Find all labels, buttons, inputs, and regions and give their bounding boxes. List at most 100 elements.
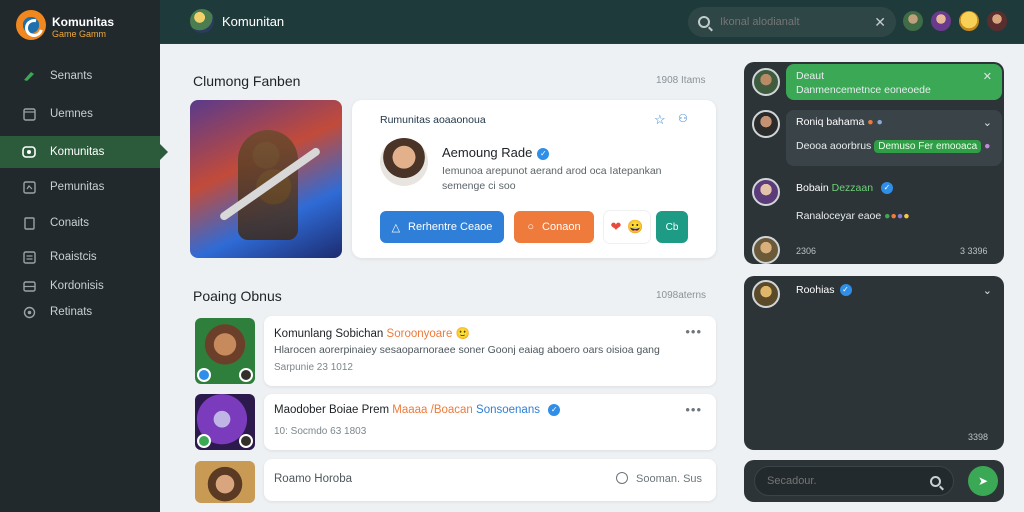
post-tag: Sonsoenans: [476, 404, 540, 416]
sidebar-item-senants[interactable]: Senants: [0, 62, 160, 90]
sidebar-item-label: Pemunitas: [50, 181, 105, 193]
status-icon: [239, 368, 253, 382]
chevron-down-icon[interactable]: ⌄: [983, 284, 992, 297]
bell-icon: △: [391, 221, 401, 234]
sidebar-item-conaits[interactable]: Conaits: [0, 209, 160, 237]
sidebar-item-label: Komunitas: [50, 146, 105, 158]
verified-icon: ✓: [548, 404, 561, 416]
post-meta: Sarpunie 23 1012: [274, 362, 353, 373]
chat-button[interactable]: ○ Conaon: [514, 211, 594, 243]
star-icon[interactable]: ☆: [654, 112, 666, 128]
list-icon: [22, 250, 36, 264]
post-tag: Soroonyoare: [386, 328, 453, 340]
chat-icon: ○: [527, 221, 535, 233]
chat-thread-panel: Roohias ✓ ⌄ 3398: [744, 276, 1004, 450]
more-label: Cb: [665, 221, 679, 233]
more-options-icon[interactable]: •••: [685, 402, 702, 417]
sidebar-item-uemnes[interactable]: Uemnes: [0, 100, 160, 128]
verified-icon: [197, 368, 211, 382]
sidebar-item-kordonisis[interactable]: Kordonisis: [0, 272, 160, 300]
search-icon: [698, 16, 710, 28]
sidebar-item-retinats[interactable]: Retinats: [0, 298, 160, 326]
smile-emoji: 😀: [627, 219, 644, 234]
close-icon[interactable]: ✕: [983, 70, 992, 83]
close-icon[interactable]: ✕: [874, 14, 886, 31]
avatar[interactable]: [752, 110, 780, 138]
more-options-icon[interactable]: •••: [685, 324, 702, 339]
sidebar-item-label: Senants: [50, 70, 93, 82]
doc-icon: [22, 216, 36, 230]
chat-message[interactable]: Roniq bahama ● ● Deooa aoorbrus Demuso F…: [786, 110, 1002, 166]
sidebar-item-label: Conaits: [50, 217, 89, 229]
avatar[interactable]: [752, 68, 780, 96]
pin-icon[interactable]: ⚇: [678, 112, 688, 125]
chat-input[interactable]: [767, 475, 930, 487]
message-text: Deooa aoorbrus: [796, 140, 872, 152]
avatar[interactable]: [752, 280, 780, 308]
sidebar-item-label: Uemnes: [50, 108, 93, 120]
sidebar-item-label: Kordonisis: [50, 280, 104, 292]
message-time: 2306: [796, 246, 817, 256]
status-icon: [239, 434, 253, 448]
avatar[interactable]: [986, 10, 1008, 32]
gear-icon: [22, 305, 36, 319]
message-tag: Demuso Fer emooaca: [874, 140, 982, 153]
avatar[interactable]: [958, 10, 980, 32]
search-bar[interactable]: ✕: [688, 7, 896, 37]
message-time: 3 3396: [960, 246, 988, 256]
profile-headline: Rumunitas aoaaonoua: [380, 114, 486, 126]
send-button[interactable]: ➤: [968, 466, 998, 496]
search-input[interactable]: [720, 16, 875, 28]
profile-avatar[interactable]: [380, 138, 428, 186]
post-thumbnail[interactable]: [195, 394, 255, 450]
profile-name-row: Aemoung Rade ✓: [442, 145, 550, 160]
more-button[interactable]: Cb: [656, 211, 688, 243]
post-card[interactable]: Maodober Boiae Prem Maaaa /Boacan Sonsoe…: [264, 394, 716, 450]
message-time: 3398: [968, 432, 989, 442]
post-card[interactable]: Komunlang Sobichan Soroonyoare 🙂 Hlaroce…: [264, 316, 716, 386]
community-icon: [22, 145, 36, 159]
message-title-row: Roohias ✓: [796, 284, 992, 296]
message-text-row: Deooa aoorbrus Demuso Fer emooaca ●: [796, 140, 991, 153]
avatar[interactable]: [930, 10, 952, 32]
chat-input-field[interactable]: [754, 466, 954, 496]
verified-icon: ✓: [881, 182, 893, 194]
brand-subtitle: Game Gamm: [52, 29, 107, 39]
featured-count: 1908 Itams: [656, 75, 706, 86]
chat-message[interactable]: Deaut Danmencemetnce eoneoede ✕: [786, 64, 1002, 100]
controller-icon: [22, 69, 36, 83]
sidebar: Komunitas Game Gamm Senants Uemnes Komun…: [0, 0, 168, 512]
message-title-row: Bobain Dezzaan ✓: [796, 182, 992, 194]
hero-image[interactable]: [190, 100, 342, 258]
community-avatar[interactable]: [190, 9, 214, 33]
post-body: Hlarocen aorerpinaiey sesaoparnoraee son…: [274, 344, 660, 356]
posts-title: Poaing Obnus: [193, 288, 282, 304]
message-title: Bobain: [796, 182, 829, 194]
brand-logo[interactable]: Komunitas Game Gamm: [14, 8, 154, 44]
chat-message[interactable]: Roohias ✓ ⌄: [786, 278, 1002, 310]
avatar[interactable]: [902, 10, 924, 32]
sidebar-item-roaistcis[interactable]: Roaistcis: [0, 243, 160, 271]
clock-icon: [616, 472, 628, 484]
post-meta: 10: Socmdo 63 1803: [274, 426, 367, 437]
message-title: Deaut: [796, 70, 825, 82]
avatar[interactable]: [752, 236, 780, 264]
post-title: Maodober Boiae Prem: [274, 404, 390, 416]
posts-count: 1098aterns: [656, 290, 707, 301]
post-stats: Sooman. Sus: [616, 472, 702, 485]
sidebar-item-pemunitas[interactable]: Pemunitas: [0, 173, 160, 201]
message-title: Roohias: [796, 284, 835, 296]
follow-button[interactable]: △ Rerhentre Ceaoe: [380, 211, 504, 243]
chevron-down-icon[interactable]: ⌄: [983, 116, 992, 129]
smile-icon: 🙂: [455, 328, 470, 340]
message-text: Ranaloceyar eaoe: [796, 210, 882, 222]
avatar[interactable]: [752, 178, 780, 206]
profile-description: Iemunoa arepunot aerand arod oca Iatepan…: [442, 165, 662, 192]
reaction-pill[interactable]: ❤ 😀: [604, 211, 650, 243]
message-tag: Dezzaan: [831, 182, 874, 194]
post-title: Roamo Horoba: [274, 473, 352, 485]
post-thumbnail[interactable]: [195, 318, 255, 384]
post-thumbnail[interactable]: [195, 461, 255, 503]
sidebar-item-komunitas[interactable]: Komunitas: [0, 136, 168, 168]
post-card[interactable]: Roamo Horoba Sooman. Sus: [264, 459, 716, 501]
